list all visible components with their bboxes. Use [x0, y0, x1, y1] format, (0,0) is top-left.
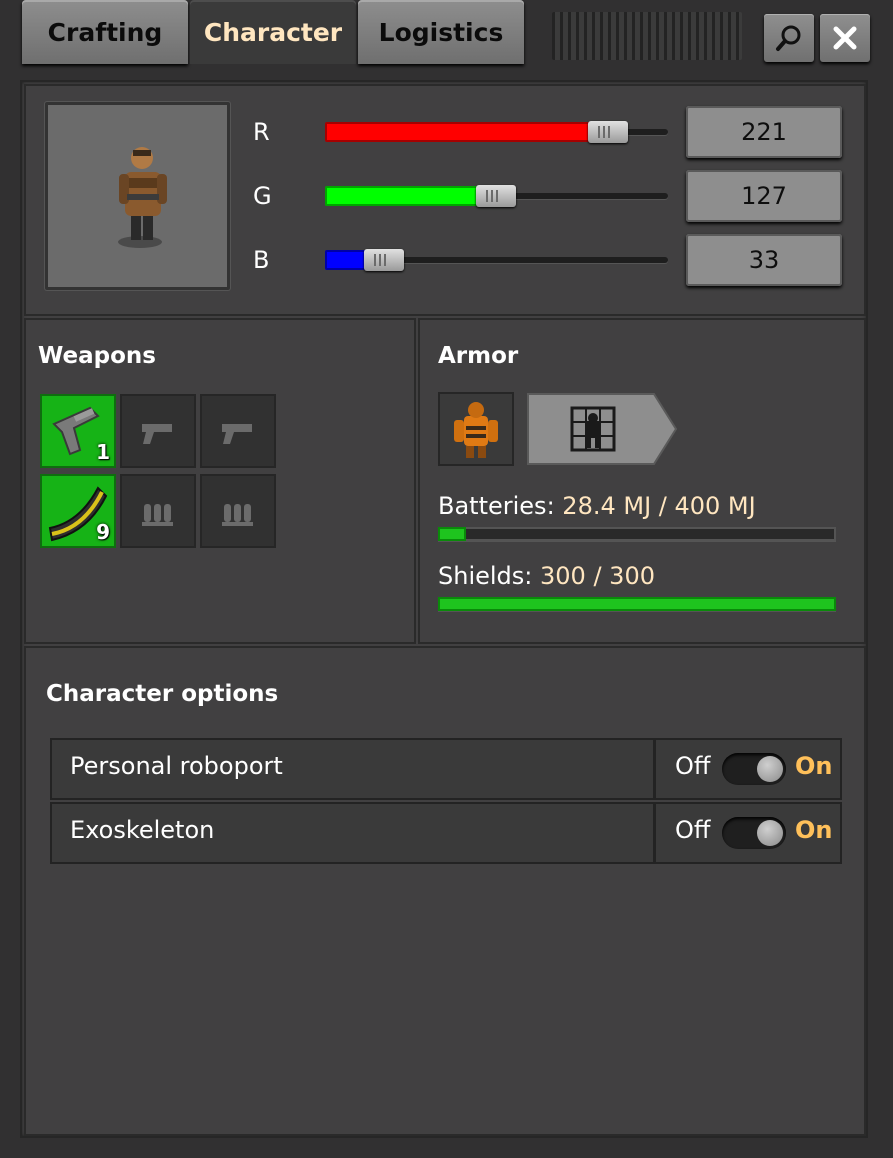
green-slider-fill — [325, 186, 482, 206]
option-row-exoskeleton: Exoskeleton Off On — [50, 802, 842, 864]
tab-crafting[interactable]: Crafting — [22, 0, 188, 64]
exoskeleton-toggle[interactable] — [722, 817, 786, 849]
blue-label: B — [253, 246, 270, 274]
character-icon — [118, 147, 167, 248]
blue-value-field[interactable]: 33 — [686, 234, 842, 286]
equipment-grid-button[interactable] — [526, 392, 678, 466]
ammo-slot-1-count: 9 — [96, 520, 110, 544]
drag-handle[interactable] — [552, 12, 742, 60]
gun-slot-1-count: 1 — [96, 440, 110, 464]
shields-value: 300 / 300 — [540, 562, 655, 590]
character-options-section — [24, 646, 866, 1136]
ammo-placeholder-icon — [142, 504, 173, 526]
shields-bar — [438, 597, 836, 611]
character-options-title: Character options — [46, 681, 279, 707]
character-window: Crafting Character Logistics R G B 221 1… — [0, 0, 893, 1158]
close-icon — [833, 26, 857, 50]
batteries-label: Batteries: — [438, 492, 555, 520]
off-label: Off — [675, 816, 711, 844]
pistol-placeholder-icon — [142, 424, 172, 444]
ammo-slot-3[interactable] — [200, 474, 276, 548]
power-armor-icon — [454, 402, 498, 458]
option-name: Exoskeleton — [70, 816, 215, 844]
personal-roboport-toggle[interactable] — [722, 753, 786, 785]
shields-label: Shields: — [438, 562, 533, 590]
blue-slider-handle[interactable] — [364, 249, 405, 271]
armor-slot[interactable] — [438, 392, 514, 466]
close-button[interactable] — [820, 14, 870, 62]
tab-character[interactable]: Character — [190, 0, 356, 64]
red-slider-fill — [325, 122, 594, 142]
shields-stat: Shields: 300 / 300 — [438, 562, 655, 590]
ammo-placeholder-icon — [222, 504, 253, 526]
weapons-title: Weapons — [38, 343, 156, 369]
shields-bar-fill — [438, 597, 836, 611]
green-label: G — [253, 182, 272, 210]
option-name: Personal roboport — [70, 752, 283, 780]
red-value-field[interactable]: 221 — [686, 106, 842, 158]
red-label: R — [253, 118, 270, 146]
pistol-placeholder-icon — [222, 424, 252, 444]
equipment-grid-icon — [527, 393, 678, 465]
on-label: On — [795, 816, 833, 844]
option-row-personal-roboport: Personal roboport Off On — [50, 738, 842, 800]
search-icon — [776, 25, 801, 51]
green-slider-handle[interactable] — [475, 185, 516, 207]
batteries-bar-fill — [438, 527, 467, 541]
batteries-stat: Batteries: 28.4 MJ / 400 MJ — [438, 492, 756, 520]
ammo-slot-1[interactable]: 9 — [40, 474, 116, 548]
red-slider-handle[interactable] — [587, 121, 628, 143]
batteries-bar — [438, 527, 836, 541]
gun-slot-1[interactable]: 1 — [40, 394, 116, 468]
tab-logistics[interactable]: Logistics — [358, 0, 524, 64]
armor-title: Armor — [438, 343, 519, 369]
off-label: Off — [675, 752, 711, 780]
row-divider — [653, 802, 656, 864]
gun-slot-3[interactable] — [200, 394, 276, 468]
gun-slot-2[interactable] — [120, 394, 196, 468]
green-value-field[interactable]: 127 — [686, 170, 842, 222]
ammo-slot-2[interactable] — [120, 474, 196, 548]
row-divider — [653, 738, 656, 800]
character-preview — [45, 102, 230, 290]
on-label: On — [795, 752, 833, 780]
search-button[interactable] — [764, 14, 814, 62]
batteries-value: 28.4 MJ / 400 MJ — [562, 492, 756, 520]
toggle-knob — [757, 756, 783, 782]
toggle-knob — [757, 820, 783, 846]
